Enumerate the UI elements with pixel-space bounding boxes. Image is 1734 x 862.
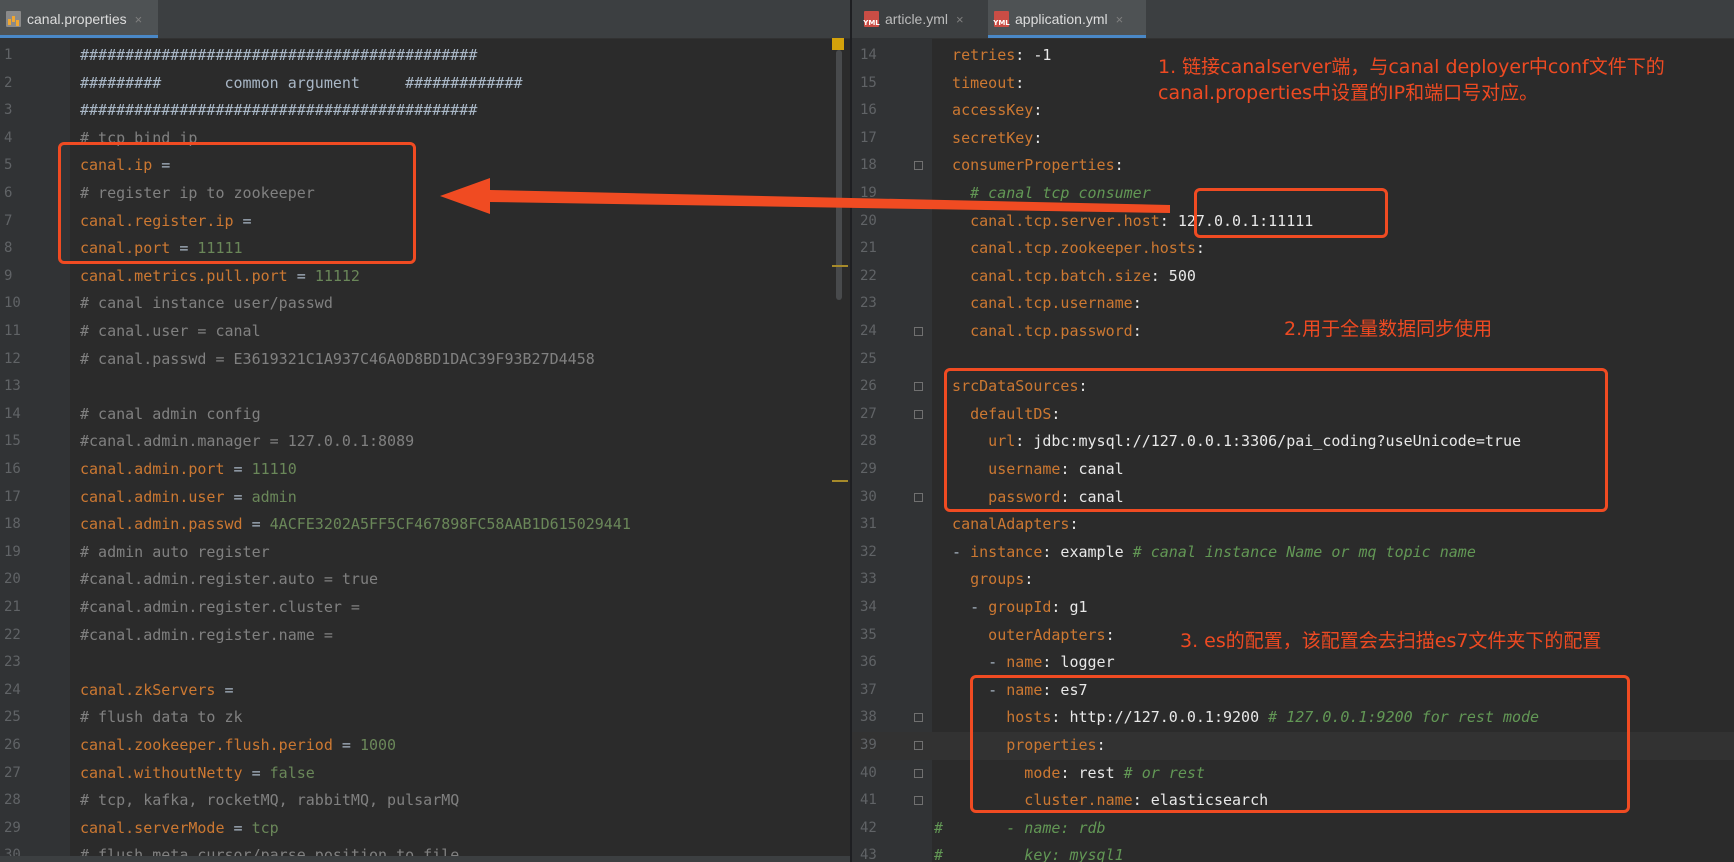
annotation-note-2: 2.用于全量数据同步使用 [1284,318,1493,340]
annotation-note-1-line-1: 1. 链接canalserver端，与canal deployer中conf文件… [1158,56,1665,78]
annotation-note-1-line-2: canal.properties中设置的IP和端口号对应。 [1158,82,1539,104]
arrow-icon [440,178,1170,214]
annotation-note-3: 3. es的配置，该配置会去扫描es7文件夹下的配置 [1180,630,1602,652]
